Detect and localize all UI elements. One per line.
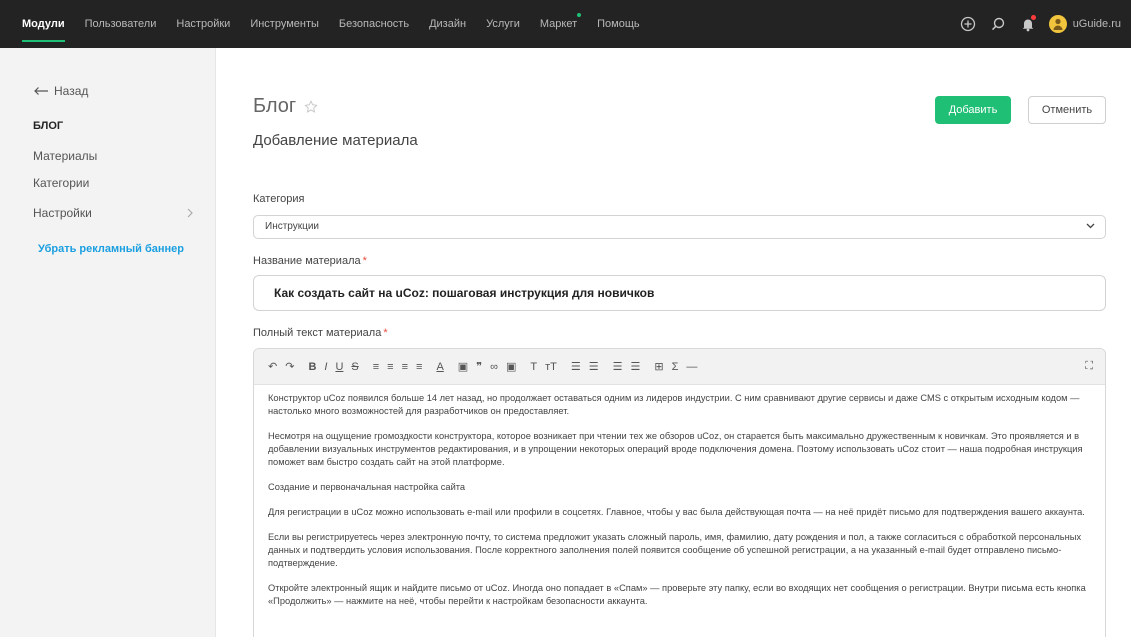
site-name[interactable]: uGuide.ru	[1073, 18, 1121, 30]
nav-services[interactable]: Услуги	[476, 0, 530, 48]
cancel-button[interactable]: Отменить	[1028, 96, 1106, 124]
paragraph: Несмотря на ощущение громоздкости констр…	[268, 431, 1083, 467]
add-button[interactable]: Добавить	[935, 96, 1011, 124]
link-icon[interactable]: ∞	[490, 361, 498, 373]
strikethrough-button[interactable]: S	[351, 361, 358, 373]
nav-modules[interactable]: Модули	[12, 0, 75, 48]
editor-content[interactable]: Конструктор uCoz появился больше 14 лет …	[254, 385, 1105, 608]
media-icon[interactable]: ▣	[506, 360, 516, 373]
main-content: Блог Добавление материала Добавить Отмен…	[216, 48, 1131, 637]
font-size-button[interactable]: тT	[545, 361, 557, 373]
new-indicator-dot	[577, 13, 582, 17]
horizontal-rule-icon[interactable]: —	[686, 361, 697, 373]
back-link[interactable]: Назад	[33, 84, 88, 98]
nav-settings[interactable]: Настройки	[166, 0, 240, 48]
remove-ad-banner-link[interactable]: Убрать рекламный баннер	[38, 243, 184, 255]
top-right-tools: uGuide.ru	[949, 0, 1131, 48]
title-label: Название материала *	[253, 255, 367, 267]
formula-icon[interactable]: Σ	[672, 361, 679, 373]
sidebar-heading: БЛОГ	[33, 120, 64, 132]
nav-tools[interactable]: Инструменты	[240, 0, 329, 48]
bold-button[interactable]: B	[308, 361, 316, 373]
required-mark: *	[383, 327, 388, 339]
arrow-left-icon	[34, 87, 48, 95]
align-center-icon[interactable]: ≡	[387, 361, 393, 373]
ordered-list-icon[interactable]: ☰	[571, 360, 581, 373]
quote-icon[interactable]: ❞	[476, 360, 482, 373]
sidebar-item-settings[interactable]: Настройки	[33, 206, 193, 220]
underline-button[interactable]: U	[335, 361, 343, 373]
star-icon[interactable]	[304, 99, 318, 114]
paragraph: Если вы регистрируетесь через электронну…	[268, 532, 1082, 568]
fullscreen-icon[interactable]: ⛶	[1085, 360, 1093, 373]
page-title: Блог	[253, 95, 318, 118]
nav-help[interactable]: Помощь	[587, 0, 650, 48]
title-input[interactable]: Как создать сайт на uCoz: пошаговая инст…	[253, 275, 1106, 311]
indent-icon[interactable]: ☰	[613, 360, 623, 373]
plus-circle-icon[interactable]	[957, 13, 979, 35]
page-subtitle: Добавление материала	[253, 132, 418, 149]
top-navigation: Модули Пользователи Настройки Инструмент…	[0, 0, 1131, 48]
search-icon[interactable]	[987, 13, 1009, 35]
italic-button[interactable]: I	[324, 361, 327, 373]
paragraph: Для регистрации в uCoz можно использоват…	[268, 507, 1085, 517]
chevron-down-icon	[1086, 223, 1095, 229]
table-icon[interactable]: ⊞	[654, 360, 663, 373]
category-label: Категория	[253, 193, 305, 205]
image-icon[interactable]: ▣	[458, 360, 468, 373]
sidebar: Назад БЛОГ Материалы Категории Настройки…	[0, 48, 216, 637]
category-select[interactable]: Инструкции	[253, 215, 1106, 239]
paragraph: Откройте электронный ящик и найдите пись…	[268, 583, 1086, 606]
align-left-icon[interactable]: ≡	[373, 361, 379, 373]
undo-icon[interactable]: ↶	[268, 360, 277, 373]
nav-design[interactable]: Дизайн	[419, 0, 476, 48]
nav-market[interactable]: Маркет	[530, 0, 587, 48]
outdent-icon[interactable]: ☰	[630, 360, 640, 373]
main-menu: Модули Пользователи Настройки Инструмент…	[0, 0, 650, 48]
sidebar-item-materials[interactable]: Материалы	[33, 149, 97, 163]
align-justify-icon[interactable]: ≡	[416, 361, 422, 373]
paragraph: Создание и первоначальная настройка сайт…	[268, 482, 466, 492]
nav-security[interactable]: Безопасность	[329, 0, 419, 48]
unordered-list-icon[interactable]: ☰	[589, 360, 599, 373]
redo-icon[interactable]: ↷	[285, 360, 294, 373]
bell-icon[interactable]	[1017, 13, 1039, 35]
font-button[interactable]: T	[530, 361, 537, 373]
editor-toolbar: ↶ ↷ B I U S ≡ ≡ ≡ ≡ A ▣ ❞ ∞ ▣ T тT ☰ ☰ ☰…	[254, 349, 1105, 385]
paragraph: Конструктор uCoz появился больше 14 лет …	[268, 393, 1080, 416]
avatar[interactable]	[1048, 15, 1067, 33]
font-color-button[interactable]: A	[436, 361, 443, 373]
align-right-icon[interactable]: ≡	[402, 361, 408, 373]
sidebar-item-categories[interactable]: Категории	[33, 176, 89, 190]
nav-users[interactable]: Пользователи	[75, 0, 167, 48]
required-mark: *	[362, 255, 367, 267]
rich-text-editor: ↶ ↷ B I U S ≡ ≡ ≡ ≡ A ▣ ❞ ∞ ▣ T тT ☰ ☰ ☰…	[253, 348, 1106, 637]
full-text-label: Полный текст материала *	[253, 327, 388, 339]
chevron-right-icon	[187, 208, 193, 218]
notification-dot	[1030, 15, 1036, 20]
